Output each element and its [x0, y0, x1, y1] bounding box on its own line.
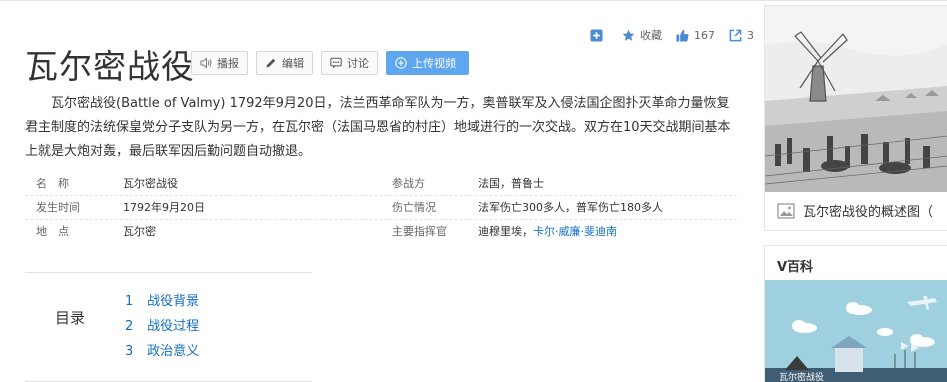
- discuss-label: 讨论: [347, 57, 369, 70]
- toc-item-text: 政治意义: [147, 344, 200, 359]
- info-value: 瓦尔密: [123, 225, 156, 238]
- info-key: 发生时间: [36, 201, 80, 214]
- toc-item[interactable]: 3 政治意义: [125, 339, 199, 364]
- vbaike-card: V百科 瓦尔密战役: [764, 245, 947, 382]
- pencil-icon: [265, 57, 277, 69]
- action-bar: 收藏 167 3: [590, 26, 768, 44]
- like-button[interactable]: 167: [676, 29, 715, 42]
- info-row: 名 称 瓦尔密战役 参战方 法国，普鲁士: [25, 172, 737, 196]
- page-title: 瓦尔密战役: [25, 47, 195, 86]
- info-key: 主要指挥官: [392, 225, 447, 238]
- edit-label: 编辑: [282, 57, 304, 70]
- commander-link[interactable]: 卡尔·威廉·斐迪南: [533, 225, 617, 238]
- toc-item-text: 战役背景: [147, 294, 200, 309]
- share-count: 3: [747, 28, 754, 42]
- toc-item-text: 战役过程: [147, 319, 200, 334]
- upload-video-label: 上传视频: [412, 57, 456, 70]
- info-value: 瓦尔密战役: [123, 177, 178, 190]
- info-key: 参战方: [392, 177, 425, 190]
- add-button[interactable]: [590, 28, 608, 42]
- image-caption-text: 瓦尔密战役的概述图（: [803, 205, 934, 220]
- info-key: 名 称: [36, 177, 69, 190]
- info-row: 地 点 瓦尔密 主要指挥官 迪穆里埃，卡尔·威廉·斐迪南: [25, 220, 737, 244]
- favorite-button[interactable]: 收藏: [622, 27, 662, 43]
- plus-square-icon: [590, 28, 603, 42]
- favorite-label: 收藏: [640, 29, 662, 42]
- battle-engraving-image[interactable]: [765, 6, 947, 192]
- info-value: 法军伤亡300多人，普军伤亡180多人: [478, 201, 663, 214]
- comment-icon: [330, 57, 342, 69]
- toc-item-number: 3: [125, 344, 134, 359]
- image-caption[interactable]: 瓦尔密战役的概述图（: [777, 201, 933, 220]
- toc-item-number: 2: [125, 319, 134, 334]
- info-value: 迪穆里埃，卡尔·威廉·斐迪南: [478, 220, 617, 244]
- picture-icon: [777, 202, 795, 220]
- basic-info-table: 名 称 瓦尔密战役 参战方 法国，普鲁士 发生时间 1792年9月20日 伤亡情…: [25, 172, 737, 244]
- toc-item-number: 1: [125, 294, 134, 309]
- like-count: 167: [694, 28, 715, 42]
- thumbs-up-icon: [676, 29, 689, 42]
- top-divider: [0, 0, 947, 1]
- info-row: 发生时间 1792年9月20日 伤亡情况 法军伤亡300多人，普军伤亡180多人: [25, 196, 737, 220]
- toc-label: 目录: [55, 309, 86, 327]
- report-button[interactable]: 播报: [191, 51, 248, 75]
- table-of-contents: 目录 1 战役背景 2 战役过程 3 政治意义: [25, 272, 312, 382]
- edit-button[interactable]: 编辑: [256, 51, 313, 75]
- info-value: 1792年9月20日: [123, 201, 205, 214]
- info-key: 伤亡情况: [392, 201, 436, 214]
- share-icon: [729, 29, 742, 42]
- title-buttons: 播报 编辑 讨论 上传视频: [191, 51, 477, 75]
- commander-name: 迪穆里埃，: [478, 225, 533, 238]
- report-label: 播报: [217, 57, 239, 70]
- summary-image-card[interactable]: 瓦尔密战役的概述图（: [764, 5, 947, 231]
- toc-list: 1 战役背景 2 战役过程 3 政治意义: [125, 289, 199, 364]
- summary-text: 瓦尔密战役(Battle of Valmy) 1792年9月20日，法兰西革命军…: [25, 96, 731, 159]
- discuss-button[interactable]: 讨论: [321, 51, 378, 75]
- share-button[interactable]: 3: [729, 29, 754, 42]
- info-key: 地 点: [36, 225, 69, 238]
- star-icon: [622, 29, 635, 42]
- toc-item[interactable]: 1 战役背景: [125, 289, 199, 314]
- vbaike-video-thumbnail[interactable]: 瓦尔密战役: [765, 280, 947, 382]
- video-overlay-text: 瓦尔密战役: [779, 371, 824, 382]
- speaker-icon: [200, 57, 212, 69]
- vbaike-title: V百科: [777, 260, 814, 275]
- info-value: 法国，普鲁士: [478, 177, 544, 190]
- plus-circle-icon: [395, 57, 407, 69]
- toc-item[interactable]: 2 战役过程: [125, 314, 199, 339]
- upload-video-button[interactable]: 上传视频: [386, 51, 469, 75]
